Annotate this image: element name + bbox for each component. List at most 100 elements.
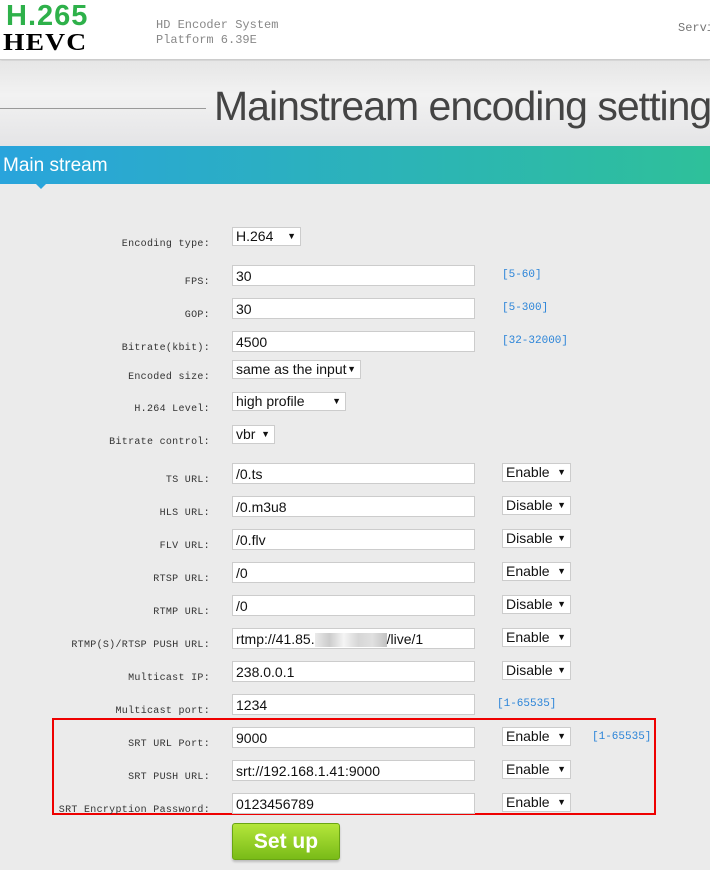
row-h264-level: H.264 Level: high profile ▼ (0, 392, 710, 420)
label: Encoding type: (121, 239, 210, 250)
encoded-size-select[interactable]: same as the input ▼ (232, 360, 361, 379)
row-encoded-size: Encoded size: same as the input ▼ (0, 360, 710, 388)
row-srt-push: SRT PUSH URL: srt://192.168.1.41:9000 En… (0, 760, 710, 788)
multicast-port-input[interactable]: 1234 (232, 694, 475, 715)
dropdown-arrow-icon: ▼ (557, 764, 566, 774)
platform-version: Platform 6.39E (156, 33, 257, 47)
dropdown-arrow-icon: ▼ (557, 632, 566, 642)
selected-value: Disable (506, 530, 553, 546)
selected-value: Disable (506, 596, 553, 612)
srt-push-state-select[interactable]: Enable ▼ (502, 760, 571, 779)
rtsp-url-state-select[interactable]: Enable ▼ (502, 562, 571, 581)
row-encoding-type: Encoding type: H.264 ▼ (0, 227, 710, 255)
row-multicast-ip: Multicast IP: 238.0.0.1 Disable ▼ (0, 661, 710, 689)
dropdown-arrow-icon: ▼ (261, 429, 270, 439)
row-rtsp-url: RTSP URL: /0 Enable ▼ (0, 562, 710, 590)
hls-url-input[interactable]: /0.m3u8 (232, 496, 475, 517)
label: FLV URL: (159, 541, 210, 552)
hls-url-state-select[interactable]: Disable ▼ (502, 496, 571, 515)
srt-port-input[interactable]: 9000 (232, 727, 475, 748)
dropdown-arrow-icon: ▼ (287, 231, 296, 241)
selected-value: Enable (506, 563, 550, 579)
row-srt-port: SRT URL Port: 9000 Enable ▼ [1-65535] (0, 727, 710, 755)
range-hint: [1-65535] (497, 698, 557, 710)
srt-port-state-select[interactable]: Enable ▼ (502, 727, 571, 746)
dropdown-arrow-icon: ▼ (557, 665, 566, 675)
label: RTMP(S)/RTSP PUSH URL: (71, 640, 210, 651)
dropdown-arrow-icon: ▼ (557, 566, 566, 576)
label: RTSP URL: (153, 574, 210, 585)
selected-value: H.264 (236, 228, 274, 244)
label: H.264 Level: (134, 404, 210, 415)
label: Bitrate(kbit): (121, 343, 210, 354)
row-bitrate-control: Bitrate control: vbr ▼ (0, 425, 710, 453)
redacted-ip (314, 633, 387, 648)
label: SRT PUSH URL: (128, 772, 210, 783)
push-url-suffix: /live/1 (386, 631, 424, 647)
fps-input[interactable]: 30 (232, 265, 475, 286)
dropdown-arrow-icon: ▼ (347, 364, 356, 374)
label: SRT Encryption Password: (58, 805, 210, 816)
rtmp-url-state-select[interactable]: Disable ▼ (502, 595, 571, 614)
ts-url-input[interactable]: /0.ts (232, 463, 475, 484)
label: GOP: (184, 310, 210, 321)
dropdown-arrow-icon: ▼ (332, 396, 341, 406)
header: H.265 HEVC HD Encoder System Platform 6.… (0, 0, 710, 60)
bitrate-input[interactable]: 4500 (232, 331, 475, 352)
push-url-prefix: rtmp://41.85. (236, 631, 315, 647)
row-hls-url: HLS URL: /0.m3u8 Disable ▼ (0, 496, 710, 524)
srt-push-url-input[interactable]: srt://192.168.1.41:9000 (232, 760, 475, 781)
label: HLS URL: (159, 508, 210, 519)
flv-url-input[interactable]: /0.flv (232, 529, 475, 550)
section-pointer-icon (36, 184, 46, 189)
rtmp-url-input[interactable]: /0 (232, 595, 475, 616)
dropdown-arrow-icon: ▼ (557, 533, 566, 543)
label: Multicast IP: (128, 673, 210, 684)
row-srt-password: SRT Encryption Password: 0123456789 Enab… (0, 793, 710, 821)
push-url-input[interactable]: rtmp://41.85. /live/1 (232, 628, 475, 649)
label: Encoded size: (128, 372, 210, 383)
row-rtmp-url: RTMP URL: /0 Disable ▼ (0, 595, 710, 623)
system-info: HD Encoder System Platform 6.39E (156, 18, 278, 48)
logo-hevc: HEVC (3, 30, 88, 56)
multicast-ip-state-select[interactable]: Disable ▼ (502, 661, 571, 680)
range-hint: [1-65535] (592, 731, 652, 743)
row-push-url: RTMP(S)/RTSP PUSH URL: rtmp://41.85. /liv… (0, 628, 710, 656)
push-url-state-select[interactable]: Enable ▼ (502, 628, 571, 647)
nav-service-link[interactable]: Servi (678, 21, 710, 35)
label: SRT URL Port: (128, 739, 210, 750)
selected-value: Enable (506, 629, 550, 645)
srt-password-input[interactable]: 0123456789 (232, 793, 475, 814)
gop-input[interactable]: 30 (232, 298, 475, 319)
selected-value: Enable (506, 794, 550, 810)
label: Bitrate control: (109, 437, 210, 448)
system-name: HD Encoder System (156, 18, 279, 32)
logo-h265: H.265 (6, 0, 89, 32)
range-hint: [32-32000] (502, 335, 569, 347)
selected-value: same as the input (236, 361, 347, 377)
row-ts-url: TS URL: /0.ts Enable ▼ (0, 463, 710, 491)
selected-value: Disable (506, 662, 553, 678)
h264-level-select[interactable]: high profile ▼ (232, 392, 346, 411)
selected-value: high profile (236, 393, 305, 409)
bitrate-control-select[interactable]: vbr ▼ (232, 425, 275, 444)
ts-url-state-select[interactable]: Enable ▼ (502, 463, 571, 482)
selected-value: Enable (506, 464, 550, 480)
dropdown-arrow-icon: ▼ (557, 500, 566, 510)
page-title: Mainstream encoding settings (214, 83, 710, 129)
range-hint: [5-60] (502, 269, 542, 281)
row-flv-url: FLV URL: /0.flv Disable ▼ (0, 529, 710, 557)
section-header: Main stream (0, 146, 710, 189)
row-gop: GOP: 30 [5-300] (0, 298, 710, 326)
range-hint: [5-300] (502, 302, 549, 314)
rtsp-url-input[interactable]: /0 (232, 562, 475, 583)
row-fps: FPS: 30 [5-60] (0, 265, 710, 293)
multicast-ip-input[interactable]: 238.0.0.1 (232, 661, 475, 682)
srt-password-state-select[interactable]: Enable ▼ (502, 793, 571, 812)
flv-url-state-select[interactable]: Disable ▼ (502, 529, 571, 548)
selected-value: vbr (236, 426, 256, 442)
set-up-button[interactable]: Set up (232, 823, 340, 860)
dropdown-arrow-icon: ▼ (557, 599, 566, 609)
encoding-type-select[interactable]: H.264 ▼ (232, 227, 301, 246)
label: RTMP URL: (153, 607, 210, 618)
